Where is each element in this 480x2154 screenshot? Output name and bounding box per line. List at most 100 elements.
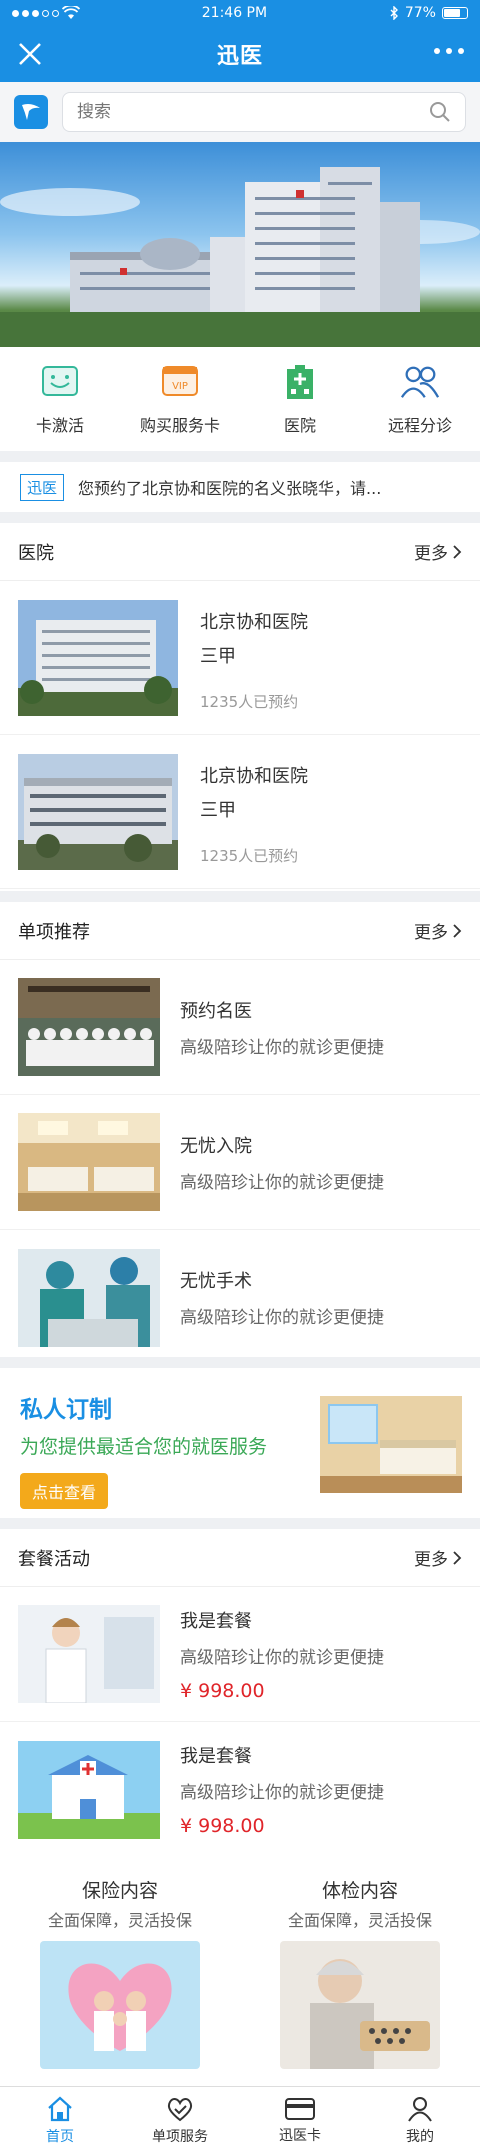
section-header: 单项推荐 更多 (0, 902, 480, 960)
bottom-tab-bar: 首页 单项服务 迅医卡 我的 (0, 2086, 480, 2154)
svg-text:VIP: VIP (172, 381, 188, 392)
notice-text: 您预约了北京协和医院的名义张晓华，请... (78, 479, 382, 498)
checkup-image (280, 1941, 440, 2069)
package-item[interactable]: 我是套餐 高级陪珍让你的就诊更便捷 ¥ 998.00 (0, 1587, 480, 1722)
vip-card-icon: VIP (160, 362, 200, 402)
more-link[interactable]: 更多 (414, 918, 462, 943)
tab-label: 我的 (406, 2128, 434, 2145)
insurance-image (40, 1941, 200, 2069)
service-item[interactable]: 无忧手术 高级陪珍让你的就诊更便捷 (0, 1230, 480, 1365)
package-image (18, 1740, 160, 1839)
battery-percent: 77% (404, 5, 436, 21)
signal-indicator (12, 6, 80, 20)
package-section: 套餐活动 更多 我是套餐 高级陪珍让你的就诊更便捷 ¥ 998.00 我是套餐 … (0, 1529, 480, 1868)
quick-item-buy-card[interactable]: VIP 购买服务卡 (120, 347, 240, 451)
notice-tag: 迅医 (20, 473, 65, 501)
quick-item-label: 卡激活 (35, 416, 84, 435)
package-image (18, 1605, 160, 1704)
search-box[interactable] (62, 92, 466, 132)
bluetooth-icon (390, 6, 398, 20)
quick-item-label: 医院 (283, 416, 316, 435)
wifi-icon (62, 6, 80, 19)
insurance-card[interactable]: 保险内容 全面保障，灵活投保 (0, 1868, 240, 2086)
search-input[interactable] (77, 102, 377, 122)
chevron-right-icon (453, 544, 462, 559)
package-desc: 高级陪珍让你的就诊更便捷 (180, 1647, 384, 1668)
chevron-right-icon (453, 1550, 462, 1565)
tab-label: 迅医卡 (279, 2127, 321, 2144)
hospital-image (18, 599, 178, 716)
hospital-image (18, 753, 178, 870)
custom-service-banner[interactable]: 私人订制 为您提供最适合您的就医服务 点击查看 (0, 1368, 480, 1518)
more-options-icon[interactable] (434, 48, 464, 54)
section-header: 套餐活动 更多 (0, 1529, 480, 1587)
quick-item-remote-triage[interactable]: 远程分诊 (360, 347, 480, 451)
chevron-right-icon (453, 923, 462, 938)
battery-icon (441, 7, 468, 19)
card-activate-icon (40, 362, 80, 402)
package-title: 我是套餐 (180, 1746, 252, 1767)
hospital-card[interactable]: 北京协和医院 三甲 1235人已预约 (0, 735, 480, 889)
quick-item-card-activate[interactable]: 卡激活 (0, 347, 120, 451)
tab-home[interactable]: 首页 (0, 2087, 120, 2154)
card-subtitle: 全面保障，灵活投保 (287, 1911, 432, 1930)
quick-item-label: 远程分诊 (387, 416, 452, 435)
service-item[interactable]: 无忧入院 高级陪珍让你的就诊更便捷 (0, 1095, 480, 1230)
service-image (18, 1113, 160, 1211)
hospital-grade: 三甲 (200, 645, 236, 667)
tab-mine[interactable]: 我的 (360, 2087, 480, 2154)
remote-triage-icon (400, 362, 440, 402)
package-item[interactable]: 我是套餐 高级陪珍让你的就诊更便捷 ¥ 998.00 (0, 1722, 480, 1857)
appointment-count: 1235人已预约 (200, 846, 299, 865)
view-button[interactable]: 点击查看 (20, 1473, 109, 1509)
hospital-icon (280, 362, 320, 402)
user-icon (408, 2096, 432, 2122)
tab-label: 首页 (46, 2128, 74, 2145)
package-price: ¥ 998.00 (180, 1815, 265, 1837)
service-desc: 高级陪珍让你的就诊更便捷 (180, 1308, 384, 1328)
hospital-grade: 三甲 (200, 799, 236, 821)
quick-item-hospital[interactable]: 医院 (240, 347, 360, 451)
package-price: ¥ 998.00 (180, 1679, 265, 1702)
more-link[interactable]: 更多 (414, 1545, 462, 1570)
tab-label: 单项服务 (152, 2128, 208, 2145)
section-title: 医院 (18, 542, 54, 564)
checkup-card[interactable]: 体检内容 全面保障，灵活投保 (240, 1868, 480, 2086)
status-bar: 21:46 PM 77% (0, 0, 480, 26)
search-bar (0, 82, 480, 142)
notice-bar[interactable]: 迅医 您预约了北京协和医院的名义张晓华，请... (0, 462, 480, 512)
tab-card[interactable]: 迅医卡 (240, 2087, 360, 2154)
banner-image[interactable] (0, 142, 480, 347)
card-title: 保险内容 (81, 1880, 158, 1902)
card-subtitle: 全面保障，灵活投保 (47, 1911, 192, 1930)
app-logo (14, 95, 48, 129)
hospital-name: 北京协和医院 (200, 611, 308, 633)
recommend-section: 单项推荐 更多 预约名医 高级陪珍让你的就诊更便捷 无忧入院 高级陪珍让你的就诊… (0, 902, 480, 1357)
section-title: 套餐活动 (18, 1548, 90, 1570)
tab-single-service[interactable]: 单项服务 (120, 2087, 240, 2154)
close-icon[interactable] (16, 40, 44, 68)
quick-menu: 卡激活 VIP 购买服务卡 医院 远程分诊 (0, 347, 480, 451)
service-title: 无忧手术 (180, 1271, 252, 1292)
appointment-count: 1235人已预约 (200, 692, 299, 711)
service-item[interactable]: 预约名医 高级陪珍让你的就诊更便捷 (0, 960, 480, 1095)
home-icon (48, 2096, 72, 2121)
heart-check-icon (167, 2097, 193, 2121)
section-title: 单项推荐 (18, 921, 90, 943)
package-desc: 高级陪珍让你的就诊更便捷 (180, 1783, 384, 1803)
service-desc: 高级陪珍让你的就诊更便捷 (180, 1037, 384, 1058)
search-icon[interactable] (429, 101, 451, 123)
card-icon (285, 2097, 315, 2120)
more-link[interactable]: 更多 (414, 539, 462, 564)
card-title: 体检内容 (321, 1880, 398, 1902)
hospital-card[interactable]: 北京协和医院 三甲 1235人已预约 (0, 581, 480, 735)
status-time: 21:46 PM (201, 5, 268, 21)
section-header: 医院 更多 (0, 523, 480, 581)
service-title: 预约名医 (180, 1000, 252, 1022)
hospital-section: 医院 更多 北京协和医院 三甲 1235人已预约 北京协和医院 三甲 1235人… (0, 523, 480, 891)
service-desc: 高级陪珍让你的就诊更便捷 (180, 1172, 384, 1193)
hospital-name: 北京协和医院 (200, 765, 308, 787)
service-image (18, 978, 160, 1076)
promo-image (320, 1396, 462, 1493)
package-title: 我是套餐 (180, 1610, 252, 1632)
